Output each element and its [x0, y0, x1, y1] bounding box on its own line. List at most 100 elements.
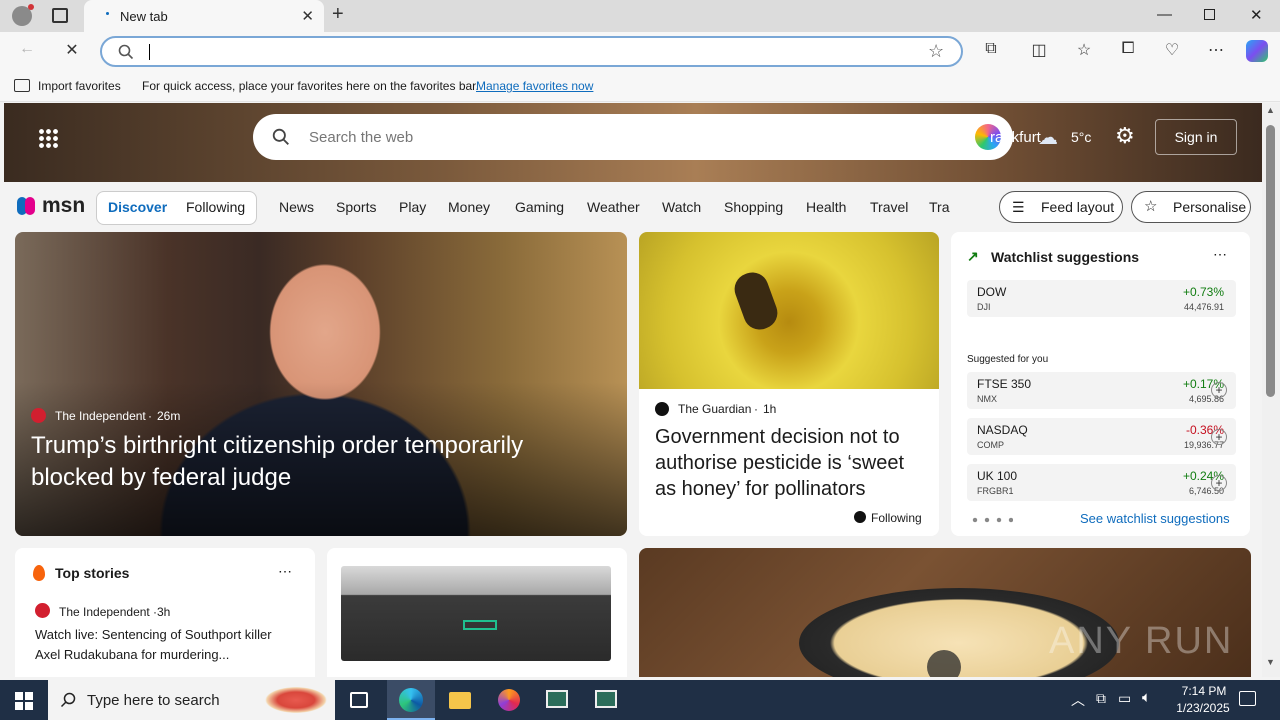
- more-menu-icon[interactable]: ⋯: [1205, 40, 1227, 60]
- apps-launcher-icon[interactable]: [38, 128, 58, 148]
- add-to-watchlist-icon[interactable]: +: [1211, 475, 1227, 491]
- tab-discover[interactable]: Discover: [108, 199, 167, 215]
- weather-city[interactable]: rankfurt: [990, 129, 1041, 146]
- text-cursor: [149, 44, 150, 60]
- new-tab-button[interactable]: +: [332, 3, 344, 26]
- bee-shape: [730, 267, 782, 335]
- taskbar: Type here to search ︿ ⧉ ▭ 🔈︎ 7:14 PM 1/2…: [0, 680, 1280, 720]
- app-window-icon[interactable]: [595, 690, 617, 708]
- star-edit-icon: ☆: [1144, 198, 1158, 215]
- favorite-star-icon[interactable]: ☆: [928, 41, 944, 62]
- tray-app-icon[interactable]: ⧉: [1096, 690, 1106, 707]
- nav-weather[interactable]: Weather: [587, 199, 640, 215]
- clock-time[interactable]: 7:14 PM: [1174, 684, 1234, 698]
- hero-story-card[interactable]: The Independent · 26m Trump’s birthright…: [15, 232, 627, 536]
- personalise-button[interactable]: ☆ Personalise: [1131, 191, 1251, 223]
- suggested-label: Suggested for you: [967, 354, 1049, 365]
- stop-loading-icon[interactable]: ✕: [61, 40, 83, 60]
- stock-value: 44,476.91: [1183, 302, 1224, 312]
- scrollbar-thumb[interactable]: [1266, 125, 1275, 397]
- feed-layout-button[interactable]: ☰ Feed layout: [999, 191, 1123, 223]
- edge-icon: [399, 688, 423, 712]
- more-options-icon[interactable]: ⋯: [278, 563, 292, 580]
- stock-change: +0.73%: [1182, 285, 1224, 299]
- story-card[interactable]: The Guardian · 1h Government decision no…: [639, 232, 939, 536]
- manage-favorites-link[interactable]: Manage favorites now: [476, 79, 593, 93]
- tab-actions-icon[interactable]: [52, 8, 68, 23]
- close-tab-icon[interactable]: ✕: [301, 7, 314, 25]
- carousel-dots[interactable]: [969, 517, 1013, 523]
- browser-tab[interactable]: New tab ✕: [84, 0, 324, 32]
- split-screen-icon[interactable]: ◫: [1028, 40, 1050, 60]
- stock-name: DOW: [977, 285, 1007, 299]
- collections-icon[interactable]: ⧠: [1117, 40, 1139, 58]
- minimize-icon[interactable]: —: [1157, 6, 1172, 23]
- watchlist-row[interactable]: UK 100 FRGBR1 +0.24% 6,746.50: [967, 464, 1236, 501]
- more-options-icon[interactable]: ⋯: [1213, 246, 1227, 263]
- nav-travel[interactable]: Travel: [870, 199, 908, 215]
- sliders-icon: ☰: [1012, 199, 1025, 215]
- tab-following[interactable]: Following: [186, 199, 245, 215]
- weather-temp[interactable]: 5°c: [1071, 129, 1091, 145]
- page-scrollbar[interactable]: ▲ ▼: [1262, 103, 1280, 677]
- nav-shopping[interactable]: Shopping: [724, 199, 783, 215]
- favorites-hint-text: For quick access, place your favorites h…: [142, 79, 479, 93]
- tray-chevron-icon[interactable]: ︿: [1071, 690, 1085, 710]
- following-label[interactable]: Following: [871, 511, 922, 525]
- nav-money[interactable]: Money: [448, 199, 490, 215]
- see-watchlist-link[interactable]: See watchlist suggestions: [1080, 511, 1230, 526]
- network-icon[interactable]: ▭: [1118, 690, 1131, 707]
- check-icon: [854, 511, 866, 523]
- settings-gear-icon[interactable]: ⚙: [1115, 123, 1135, 149]
- hero-story-headline[interactable]: Trump’s birthright citizenship order tem…: [31, 430, 591, 494]
- windows-start-icon[interactable]: [15, 692, 33, 710]
- address-bar[interactable]: ☆: [100, 36, 963, 67]
- nav-watch[interactable]: Watch: [662, 199, 701, 215]
- add-to-watchlist-icon[interactable]: +: [1211, 429, 1227, 445]
- watchlist-row[interactable]: DOW DJI +0.73% 44,476.91: [967, 280, 1236, 317]
- watchlist-row[interactable]: NASDAQ COMP -0.36% 19,936.77: [967, 418, 1236, 455]
- copilot-icon[interactable]: [1246, 40, 1268, 62]
- nav-traffic[interactable]: Tra: [929, 199, 950, 215]
- notifications-icon[interactable]: [1239, 691, 1256, 706]
- stock-symbol: COMP: [977, 440, 1004, 450]
- top-story-source: The Independent: [59, 605, 150, 619]
- volume-icon[interactable]: 🔈︎: [1142, 689, 1151, 706]
- top-story-headline[interactable]: Watch live: Sentencing of Southport kill…: [35, 625, 295, 665]
- favorites-icon[interactable]: ☆: [1073, 40, 1095, 60]
- search-icon: [272, 128, 289, 145]
- taskbar-search-box[interactable]: Type here to search: [48, 680, 335, 720]
- nav-sports[interactable]: Sports: [336, 199, 376, 215]
- nav-gaming[interactable]: Gaming: [515, 199, 564, 215]
- file-explorer-icon[interactable]: [449, 692, 471, 709]
- video-card[interactable]: ANY RUN: [639, 548, 1251, 677]
- msn-page: Search the web rankfurt ☁ 5°c ⚙ Sign in …: [0, 103, 1262, 677]
- nav-health[interactable]: Health: [806, 199, 846, 215]
- play-icon[interactable]: [927, 650, 961, 677]
- msn-nav-row: msn Discover Following News Sports Play …: [0, 182, 1262, 232]
- task-view-icon[interactable]: [350, 692, 368, 708]
- app-window-icon[interactable]: [546, 690, 568, 708]
- scroll-up-icon[interactable]: ▲: [1266, 105, 1275, 115]
- extensions-icon[interactable]: ⧉: [980, 40, 1002, 58]
- msn-logo-icon[interactable]: [17, 195, 39, 217]
- scroll-down-icon[interactable]: ▼: [1266, 657, 1275, 667]
- add-to-watchlist-icon[interactable]: +: [1211, 382, 1227, 398]
- firefox-icon[interactable]: [498, 689, 520, 711]
- story-card[interactable]: [327, 548, 627, 677]
- import-favorites-button[interactable]: Import favorites: [38, 79, 121, 93]
- story-headline[interactable]: Government decision not to authorise pes…: [655, 424, 927, 502]
- back-icon[interactable]: ←: [16, 40, 38, 58]
- sign-in-button[interactable]: Sign in: [1155, 119, 1237, 155]
- independent-logo-icon: [35, 603, 50, 618]
- close-window-icon[interactable]: ✕: [1250, 6, 1263, 24]
- independent-logo-icon: [31, 408, 46, 423]
- browser-essentials-icon[interactable]: ♡: [1161, 40, 1183, 60]
- restore-icon[interactable]: [1204, 9, 1215, 20]
- nav-news[interactable]: News: [279, 199, 314, 215]
- clock-date[interactable]: 1/23/2025: [1166, 701, 1240, 715]
- nav-play[interactable]: Play: [399, 199, 426, 215]
- watchlist-row[interactable]: FTSE 350 NMX +0.17% 4,695.86: [967, 372, 1236, 409]
- edge-taskbar-button[interactable]: [387, 680, 435, 720]
- web-search-box[interactable]: Search the web: [253, 114, 1013, 160]
